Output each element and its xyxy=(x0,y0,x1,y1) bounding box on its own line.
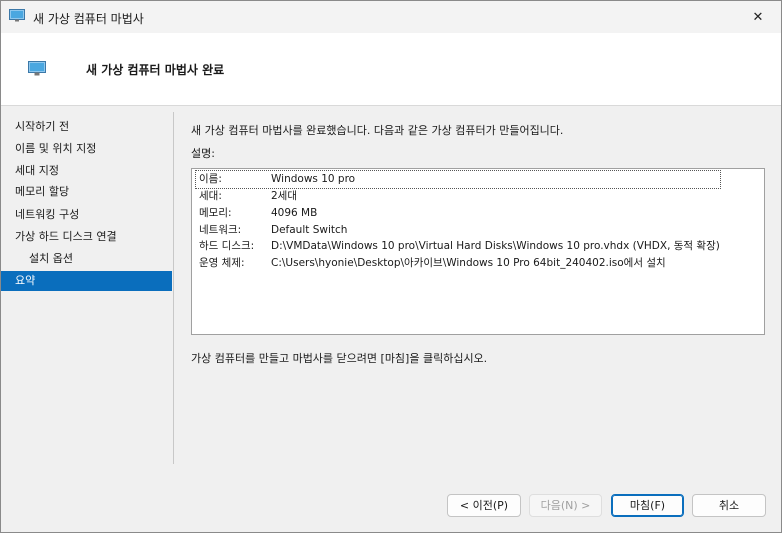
summary-value: Windows 10 pro xyxy=(271,173,356,185)
nav-item-networking[interactable]: 네트워킹 구성 xyxy=(1,205,172,225)
nav-item-memory[interactable]: 메모리 할당 xyxy=(1,182,172,202)
wizard-window: 새 가상 컴퓨터 마법사 ✕ 새 가상 컴퓨터 마법사 완료 시작하기 전 이름… xyxy=(0,0,782,533)
nav-item-generation[interactable]: 세대 지정 xyxy=(1,161,172,181)
summary-value: 4096 MB xyxy=(271,207,318,219)
nav-divider xyxy=(173,112,174,464)
finish-button[interactable]: 마침(F) xyxy=(611,494,684,517)
finish-instruction-text: 가상 컴퓨터를 만들고 마법사를 닫으려면 [마침]을 클릭하십시오. xyxy=(191,352,488,365)
window-title: 새 가상 컴퓨터 마법사 xyxy=(33,12,144,26)
intro-text: 새 가상 컴퓨터 마법사를 완료했습니다. 다음과 같은 가상 컴퓨터가 만들어… xyxy=(191,124,564,137)
summary-key: 메모리: xyxy=(199,207,232,219)
description-label: 설명: xyxy=(191,147,215,160)
next-button[interactable]: 다음(N) > xyxy=(529,494,602,517)
summary-box[interactable]: 이름: Windows 10 pro 세대: 2세대 메모리: 4096 MB … xyxy=(191,168,765,335)
nav-item-name-location[interactable]: 이름 및 위치 지정 xyxy=(1,139,172,159)
summary-value: C:\Users\hyonie\Desktop\아카이브\Windows 10 … xyxy=(271,257,666,269)
close-button[interactable]: ✕ xyxy=(735,1,781,33)
virtual-machine-icon xyxy=(9,9,25,22)
close-icon: ✕ xyxy=(752,9,764,25)
nav-item-before-you-begin[interactable]: 시작하기 전 xyxy=(1,117,172,137)
summary-key: 세대: xyxy=(199,190,222,202)
summary-value: D:\VMData\Windows 10 pro\Virtual Hard Di… xyxy=(271,240,720,252)
summary-value: Default Switch xyxy=(271,224,348,236)
cancel-button[interactable]: 취소 xyxy=(692,494,766,517)
summary-key: 운영 체제: xyxy=(199,257,245,269)
summary-key: 하드 디스크: xyxy=(199,240,255,252)
nav-item-summary[interactable]: 요약 xyxy=(1,271,172,291)
virtual-machine-icon xyxy=(28,61,46,76)
previous-button[interactable]: < 이전(P) xyxy=(447,494,521,517)
summary-value: 2세대 xyxy=(271,190,298,202)
wizard-header: 새 가상 컴퓨터 마법사 완료 xyxy=(1,33,781,106)
title-bar: 새 가상 컴퓨터 마법사 ✕ xyxy=(1,1,781,33)
summary-key: 이름: xyxy=(199,173,222,185)
summary-row-name[interactable]: 이름: Windows 10 pro xyxy=(195,170,721,189)
summary-key: 네트워크: xyxy=(199,224,242,236)
nav-item-virtual-hard-disk[interactable]: 가상 하드 디스크 연결 xyxy=(1,227,172,247)
page-title: 새 가상 컴퓨터 마법사 완료 xyxy=(86,63,225,77)
nav-item-installation-options[interactable]: 설치 옵션 xyxy=(1,249,172,269)
